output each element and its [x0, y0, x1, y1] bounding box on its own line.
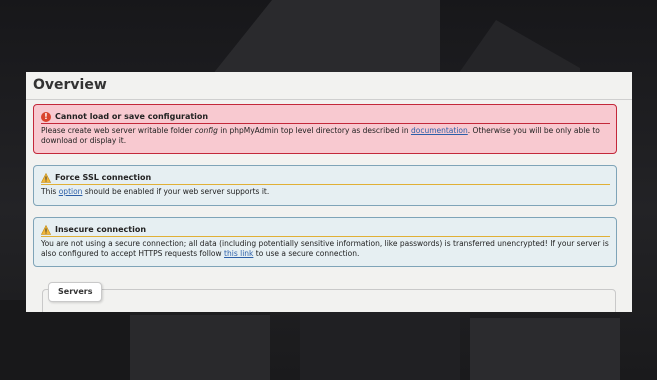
config-error-heading: Cannot load or save configuration [55, 112, 209, 121]
warning-icon [41, 225, 51, 235]
config-folder-name: config [194, 126, 218, 135]
insecure-connection-heading: Insecure connection [55, 225, 147, 234]
error-icon: ! [41, 112, 51, 122]
background-shape [130, 315, 270, 380]
message-text: in phpMyAdmin top level directory as des… [217, 126, 411, 135]
config-error-body: Please create web server writable folder… [41, 126, 610, 146]
insecure-connection-notice: Insecure connection You are not using a … [33, 217, 617, 267]
option-link[interactable]: option [59, 187, 83, 196]
warning-icon [41, 173, 51, 183]
force-ssl-body: This option should be enabled if your we… [41, 187, 610, 197]
background-shape [300, 310, 460, 380]
config-error-message: ! Cannot load or save configuration Plea… [33, 104, 617, 154]
message-heading: Force SSL connection [41, 173, 610, 185]
background-shape [470, 318, 620, 380]
overview-panel: Overview ! Cannot load or save configura… [26, 72, 632, 312]
force-ssl-heading: Force SSL connection [55, 173, 152, 182]
documentation-link[interactable]: documentation [411, 126, 468, 135]
this-link[interactable]: this link [224, 249, 253, 258]
message-heading: Insecure connection [41, 225, 610, 237]
servers-legend: Servers [48, 282, 103, 302]
insecure-connection-body: You are not using a secure connection; a… [41, 239, 610, 259]
message-text: Please create web server writable folder [41, 126, 195, 135]
message-heading: ! Cannot load or save configuration [41, 112, 610, 124]
message-text: This [41, 187, 59, 196]
title-divider [26, 99, 632, 100]
servers-fieldset [42, 289, 616, 312]
message-text: to use a secure connection. [253, 249, 360, 258]
page-title: Overview [33, 77, 107, 93]
background-shape [0, 300, 130, 380]
message-text: should be enabled if your web server sup… [82, 187, 270, 196]
force-ssl-notice: Force SSL connection This option should … [33, 165, 617, 206]
